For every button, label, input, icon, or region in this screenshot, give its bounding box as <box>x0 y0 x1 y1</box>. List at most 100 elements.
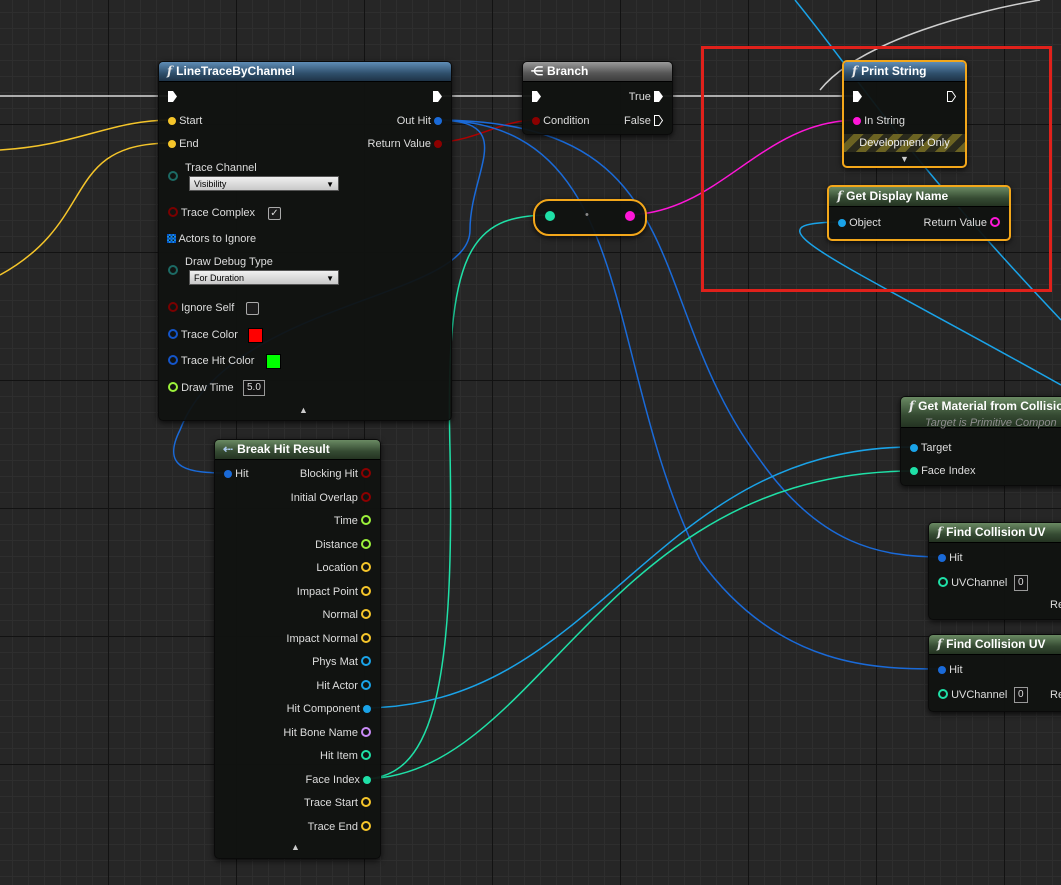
return-label-partial: Re <box>1050 599 1061 611</box>
condition-label: Condition <box>543 115 590 127</box>
vector-wire-end <box>0 142 173 276</box>
trace-channel-dropdown[interactable]: Visibility ▼ <box>189 176 339 191</box>
ignore-self-checkbox[interactable] <box>246 302 259 315</box>
node-header[interactable]: f Find Collision UV <box>929 523 1061 543</box>
object-wire-hitcomp-target <box>361 446 914 709</box>
hit-label: Hit <box>235 468 249 480</box>
face-index-pin[interactable]: Face Index <box>910 464 975 478</box>
actors-to-ignore-label: Actors to Ignore <box>178 233 257 245</box>
start-pin[interactable]: Start <box>168 114 202 128</box>
find-collision-uv-node-2[interactable]: fFind Collision UV Hit UVChannel 0 Re <box>928 634 1061 712</box>
target-label: Target <box>920 442 952 454</box>
break-hit-result-node[interactable]: ⇠ Break Hit Result Hit Blocking Hit Initi… <box>214 439 381 859</box>
trace-channel-pin[interactable] <box>168 161 178 184</box>
normal-label: Normal <box>322 609 358 621</box>
uv-channel-pin[interactable]: UVChannel <box>938 688 1007 702</box>
node-header[interactable]: ⇠ Break Hit Result <box>215 440 380 460</box>
int-wire-face-material <box>361 470 914 780</box>
hit-pin[interactable]: Hit <box>938 663 963 677</box>
hit-component-pin[interactable]: Hit Component <box>287 702 371 716</box>
branch-node[interactable]: ⋲ Branch True Condition False <box>522 61 673 135</box>
node-header[interactable]: ⋲ Branch <box>523 62 672 82</box>
impact-normal-pin[interactable]: Impact Normal <box>286 632 371 646</box>
out-hit-pin[interactable]: Out Hit <box>397 114 442 128</box>
draw-time-label: Draw Time <box>181 382 234 394</box>
trace-end-pin[interactable]: Trace End <box>308 820 371 834</box>
exec-in-pin[interactable] <box>532 90 541 104</box>
true-pin[interactable]: True <box>629 90 663 104</box>
time-pin[interactable]: Time <box>334 514 371 528</box>
hit-component-label: Hit Component <box>286 703 360 715</box>
blocking-hit-pin[interactable]: Blocking Hit <box>300 467 371 481</box>
initial-overlap-pin[interactable]: Initial Overlap <box>291 491 371 505</box>
draw-debug-type-label: Draw Debug Type <box>185 256 273 268</box>
impact-point-pin[interactable]: Impact Point <box>297 585 371 599</box>
draw-debug-type-value: For Duration <box>194 273 245 283</box>
trace-hit-color-swatch[interactable] <box>266 354 281 369</box>
hit-input-pin[interactable]: Hit <box>224 467 249 481</box>
trace-complex-checkbox[interactable]: ✓ <box>268 207 281 220</box>
uv-channel-pin[interactable]: UVChannel <box>938 576 1007 590</box>
draw-time-input[interactable]: 5.0 <box>243 380 265 396</box>
end-pin[interactable]: End <box>168 137 199 151</box>
hit-pin[interactable]: Hit <box>938 551 963 565</box>
uv-channel-input[interactable]: 0 <box>1014 687 1028 703</box>
collapse-arrow-icon[interactable]: ▲ <box>291 842 300 852</box>
actors-to-ignore-pin[interactable]: Actors to Ignore <box>167 232 256 246</box>
array-grid-icon <box>167 234 176 243</box>
node-title: Find Collision UV <box>946 525 1046 539</box>
collapse-arrow-icon[interactable]: ▲ <box>299 405 308 415</box>
exec-out-pin[interactable] <box>433 90 442 104</box>
return-label-partial: Re <box>1050 689 1061 701</box>
chevron-down-icon: ▼ <box>326 274 334 283</box>
trace-start-pin[interactable]: Trace Start <box>304 796 371 810</box>
trace-hit-color-pin[interactable]: Trace Hit Color <box>168 354 254 368</box>
uv-channel-input[interactable]: 0 <box>1014 575 1028 591</box>
impact-point-label: Impact Point <box>296 586 358 598</box>
node-header[interactable]: f LineTraceByChannel <box>159 62 451 82</box>
distance-label: Distance <box>315 539 358 551</box>
trace-color-swatch[interactable] <box>248 328 263 343</box>
face-index-pin[interactable]: Face Index <box>306 773 371 787</box>
blocking-hit-label: Blocking Hit <box>299 468 358 480</box>
append-compact-node[interactable]: • <box>533 199 647 236</box>
node-header[interactable]: f Find Collision UV <box>929 635 1061 655</box>
draw-debug-type-pin[interactable] <box>168 255 178 278</box>
find-collision-uv-node-1[interactable]: fFind Collision UV Hit UVChannel 0 Re <box>928 522 1061 620</box>
phys-mat-pin[interactable]: Phys Mat <box>312 655 371 669</box>
out-hit-label: Out Hit <box>396 115 431 127</box>
distance-pin[interactable]: Distance <box>315 538 371 552</box>
target-pin[interactable]: Target <box>910 441 951 455</box>
node-title: Break Hit Result <box>237 442 330 456</box>
node-title: Branch <box>547 64 589 78</box>
exec-in-pin[interactable] <box>168 90 177 104</box>
face-index-label: Face Index <box>921 465 976 477</box>
line-trace-by-channel-node[interactable]: f LineTraceByChannel Start Out Hit End Re… <box>158 61 452 421</box>
get-material-from-collision-node[interactable]: f Get Material from Collision Target is P… <box>900 396 1061 486</box>
trace-complex-pin[interactable]: Trace Complex <box>168 206 255 220</box>
return-value-label: Return Value <box>367 138 431 150</box>
trace-channel-value: Visibility <box>194 179 227 189</box>
node-title: Get Material from Collision <box>918 399 1061 413</box>
function-icon: f <box>167 64 173 78</box>
return-value-pin[interactable]: Return Value <box>368 137 442 151</box>
condition-pin[interactable]: Condition <box>532 114 590 128</box>
node-subtitle: Target is Primitive Compon <box>925 417 1057 429</box>
hit-actor-pin[interactable]: Hit Actor <box>316 679 371 693</box>
location-pin[interactable]: Location <box>316 561 371 575</box>
normal-pin[interactable]: Normal <box>322 608 371 622</box>
int-input-pin[interactable] <box>545 210 555 224</box>
string-output-pin[interactable] <box>625 210 635 224</box>
false-pin[interactable]: False <box>624 114 663 128</box>
trace-color-pin[interactable]: Trace Color <box>168 328 238 342</box>
hit-item-label: Hit Item <box>320 750 358 762</box>
draw-time-pin[interactable]: Draw Time <box>168 381 234 395</box>
hit-item-pin[interactable]: Hit Item <box>320 749 371 763</box>
hit-bone-name-label: Hit Bone Name <box>283 727 358 739</box>
highlight-box <box>701 46 1052 292</box>
ignore-self-pin[interactable]: Ignore Self <box>168 301 234 315</box>
hit-bone-name-pin[interactable]: Hit Bone Name <box>283 726 371 740</box>
vector-wire-start <box>0 119 173 151</box>
branch-icon: ⋲ <box>531 64 543 78</box>
draw-debug-type-dropdown[interactable]: For Duration ▼ <box>189 270 339 285</box>
